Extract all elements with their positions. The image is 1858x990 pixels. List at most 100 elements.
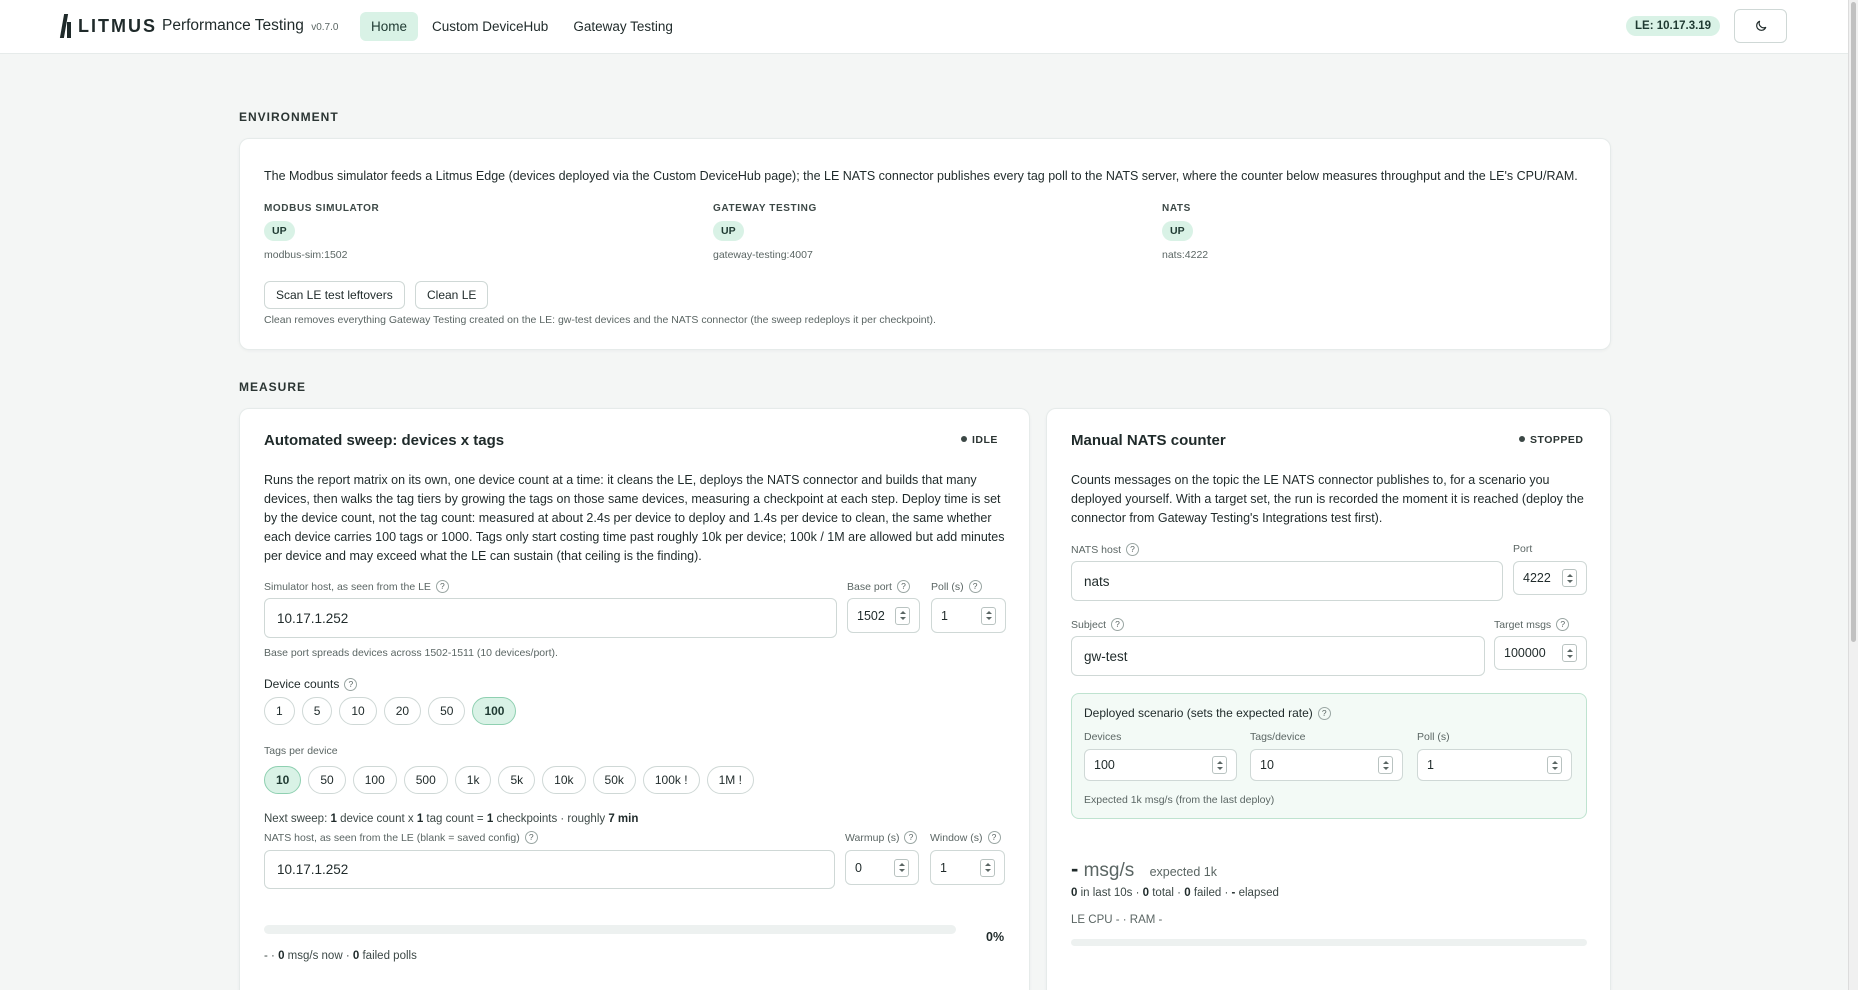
manual-description: Counts messages on the topic the LE NATS… [1071,471,1584,528]
help-icon[interactable]: ? [987,831,1001,844]
help-icon[interactable]: ? [968,580,982,593]
device-count-chip[interactable]: 1 [264,697,295,725]
scrollbar-thumb[interactable] [1851,2,1856,642]
spinner-icon[interactable] [895,606,910,625]
manual-counter-card: Manual NATS counter STOPPED Counts messa… [1046,408,1611,990]
sweep-status-text: IDLE [972,434,998,446]
scan-leftovers-button[interactable]: Scan LE test leftovers [264,281,405,309]
target-msgs-label: Target msgs? [1494,618,1570,631]
summary-text: tag count = [426,813,484,825]
theme-toggle-button[interactable] [1734,9,1787,43]
label-text: Base port [847,580,892,593]
tag-tier-chip[interactable]: 10k [542,766,586,794]
footer-failed: 0 [352,950,360,962]
help-icon[interactable]: ? [1317,706,1331,720]
nav-custom-devicehub[interactable]: Custom DeviceHub [421,12,559,41]
device-count-chip[interactable]: 50 [428,697,466,725]
nav-gateway-testing[interactable]: Gateway Testing [562,12,684,41]
manual-title: Manual NATS counter [1071,432,1226,449]
subject-input[interactable]: gw-test [1071,636,1485,676]
manual-nats-host-input[interactable]: nats [1071,561,1503,601]
spinner-icon[interactable] [894,858,909,877]
input-value: 100 [1094,758,1115,772]
spinner-icon[interactable] [1562,644,1577,662]
service-label: MODBUS SIMULATOR [264,203,380,214]
manual-status: STOPPED [1519,434,1584,446]
device-counts-chips: 1 5 10 20 50 100 [264,697,523,725]
label-text: Port [1513,543,1533,555]
nats-host-label: NATS host, as seen from the LE (blank = … [264,831,538,844]
label-text: Subject [1071,618,1107,631]
spinner-icon[interactable] [980,858,995,877]
page-scrollbar[interactable] [1848,0,1858,990]
sim-host-input[interactable]: 10.17.1.252 [264,598,837,638]
help-icon[interactable]: ? [435,580,449,593]
label-text: Device counts [264,677,340,691]
rate-value: - [1071,856,1079,881]
footer-text: failed polls [362,950,417,962]
spinner-icon[interactable] [981,606,996,625]
tags-chips: 10 50 100 500 1k 5k 10k 50k 100k ! 1M ! [264,766,761,794]
summary-text: checkpoints · roughly [496,813,606,825]
tag-tier-chip[interactable]: 50 [308,766,346,794]
spinner-icon[interactable] [1212,756,1227,774]
device-count-chip[interactable]: 5 [301,697,333,725]
device-count-chip[interactable]: 20 [383,697,422,725]
spinner-icon[interactable] [1378,756,1393,774]
nats-host-input[interactable]: 10.17.1.252 [264,850,835,889]
scenario-tags-stepper[interactable]: 10 [1250,749,1403,781]
service-address: nats:4222 [1162,249,1209,261]
base-port-stepper[interactable]: 1502 [847,598,920,633]
nav-home[interactable]: Home [360,12,419,41]
tag-tier-chip[interactable]: 100 [352,766,397,794]
description-line: Runs the report matrix on its own, one d… [264,473,977,487]
help-icon[interactable]: ? [1126,543,1139,556]
target-msgs-stepper[interactable]: 100000 [1494,636,1587,670]
tag-tier-chip[interactable]: 500 [403,766,448,794]
app-version: v0.7.0 [311,22,339,33]
clean-le-button[interactable]: Clean LE [415,281,489,309]
warmup-stepper[interactable]: 0 [845,850,919,885]
stat-text: failed · [1193,887,1229,899]
spinner-icon[interactable] [1547,756,1562,774]
window-stepper[interactable]: 1 [930,850,1005,885]
label-text: Window (s) [930,831,983,844]
stat-failed: 0 [1184,887,1191,899]
device-count-chip[interactable]: 10 [339,697,377,725]
help-icon[interactable]: ? [1556,618,1570,631]
input-value: 10.17.1.252 [277,862,349,877]
app-title-text: Performance Testing [162,17,304,34]
scenario-devices-stepper[interactable]: 100 [1084,749,1237,781]
tag-tier-chip[interactable]: 5k [498,766,536,794]
help-icon[interactable]: ? [1111,618,1125,631]
label-text: Tags per device [264,745,338,757]
spinner-icon[interactable] [1562,569,1577,587]
description-line: deployed yourself. With a target set, th… [1071,492,1584,506]
environment-description: The Modbus simulator feeds a Litmus Edge… [264,169,1578,183]
scenario-poll-stepper[interactable]: 1 [1417,749,1572,781]
tag-tier-chip[interactable]: 1k [454,766,492,794]
app-title: Performance Testing v0.7.0 [162,17,338,35]
port-stepper[interactable]: 4222 [1513,561,1587,595]
help-icon[interactable]: ? [524,831,538,844]
tag-tier-chip-selected[interactable]: 10 [264,766,302,794]
help-icon[interactable]: ? [344,677,358,691]
manual-progress-bar [1071,939,1587,946]
tag-tier-chip[interactable]: 100k ! [642,766,700,794]
help-icon[interactable]: ? [896,580,910,593]
litmus-logo[interactable]: LITMUS [62,14,157,38]
device-counts-label: Device counts? [264,677,358,691]
service-modbus-simulator: MODBUS SIMULATOR UP modbus-sim:1502 [264,203,379,261]
sweep-description: Runs the report matrix on its own, one d… [264,471,1004,566]
tag-tier-chip[interactable]: 1M ! [706,766,754,794]
help-icon[interactable]: ? [904,831,918,844]
device-count-chip-selected[interactable]: 100 [472,697,517,725]
environment-section-label: ENVIRONMENT [239,110,339,124]
summary-text: device count x [340,813,414,825]
summary-device-count: 1 [330,813,337,825]
manual-stats: 0 in last 10s · 0 total · 0 failed · - e… [1071,887,1279,899]
description-line: Counts messages on the topic the LE NATS… [1071,473,1550,487]
tag-tier-chip[interactable]: 50k [592,766,636,794]
label-text: Deployed scenario (sets the expected rat… [1084,706,1313,720]
poll-stepper[interactable]: 1 [931,598,1006,633]
